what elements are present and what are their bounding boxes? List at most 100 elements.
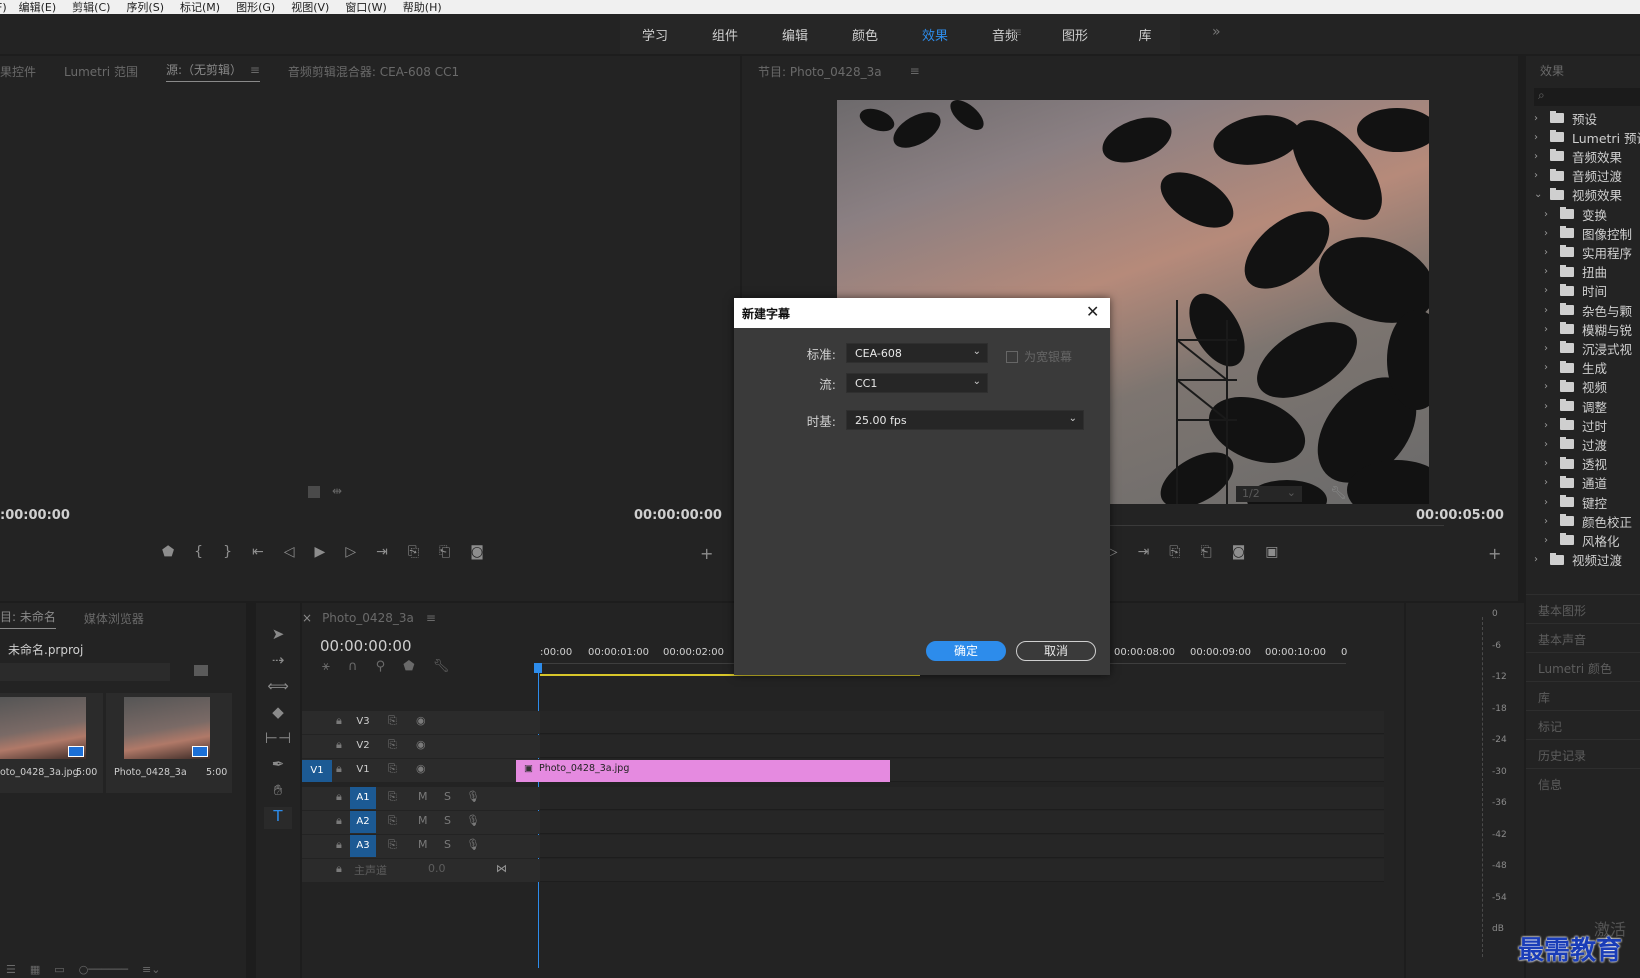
go-to-in-icon[interactable]: ⇤: [252, 544, 264, 560]
effects-tree-item[interactable]: › 透视: [1544, 454, 1607, 474]
microphone-icon[interactable]: 🎙︎: [466, 814, 480, 827]
go-to-out-icon[interactable]: ⇥: [1138, 544, 1150, 560]
timebase-select[interactable]: 25.00 fps ⌄: [846, 410, 1084, 430]
effects-tree-item[interactable]: › 实用程序: [1544, 242, 1632, 262]
sync-lock-icon[interactable]: ⎘: [388, 790, 397, 804]
razor-tool-icon[interactable]: ◆: [264, 703, 292, 725]
workspace-tab[interactable]: 库: [1110, 25, 1180, 44]
timeline-timecode[interactable]: 00:00:00:00: [320, 637, 412, 655]
effects-tree-item[interactable]: › 视频过渡: [1534, 550, 1622, 570]
effects-tree-item[interactable]: › 变换: [1544, 204, 1607, 224]
icon-view-icon[interactable]: ▦: [30, 963, 40, 976]
collapsed-panel-tab[interactable]: 信息: [1526, 768, 1640, 798]
chevron-right-icon[interactable]: ›: [1534, 554, 1546, 565]
chevron-right-icon[interactable]: ›: [1544, 228, 1556, 239]
workspace-tab[interactable]: 颜色: [830, 25, 900, 44]
effects-tree-item[interactable]: › 杂色与颗: [1544, 300, 1632, 320]
effects-tree-item[interactable]: › 视频: [1544, 377, 1607, 397]
track-lane[interactable]: [540, 835, 1384, 858]
eye-icon[interactable]: ◉: [416, 762, 426, 775]
cancel-button[interactable]: 取消: [1016, 641, 1096, 661]
chevron-right-icon[interactable]: ›: [1544, 209, 1556, 220]
effects-tree-item[interactable]: › 图像控制: [1544, 223, 1632, 243]
fit-icon[interactable]: ⇹: [332, 484, 342, 498]
stream-select[interactable]: CC1 ⌄: [846, 373, 988, 393]
effects-tree-item[interactable]: ⌄ 视频效果: [1534, 185, 1622, 205]
collapsed-panel-tab[interactable]: 库: [1526, 681, 1640, 711]
lock-icon[interactable]: 🔒︎: [336, 862, 342, 876]
effects-tree-item[interactable]: › 沉浸式视: [1544, 338, 1632, 358]
microphone-icon[interactable]: 🎙︎: [466, 838, 480, 851]
freeform-view-icon[interactable]: ▭: [54, 963, 64, 976]
source-panel-tab[interactable]: 果控件: [0, 63, 36, 80]
source-timecode-right[interactable]: 00:00:00:00: [634, 508, 722, 523]
chevron-right-icon[interactable]: ›: [1544, 516, 1556, 527]
nest-icon[interactable]: ⚹: [322, 659, 330, 674]
chevron-right-icon[interactable]: ›: [1544, 477, 1556, 488]
chevron-right-icon[interactable]: ›: [1544, 247, 1556, 258]
standard-select[interactable]: CEA-608 ⌄: [846, 343, 988, 363]
effects-tree-item[interactable]: › 键控: [1544, 492, 1607, 512]
menu-item[interactable]: 序列(S): [126, 0, 164, 14]
track-lane[interactable]: [540, 711, 1384, 734]
sync-lock-icon[interactable]: ⎘: [388, 714, 397, 728]
collapsed-panel-tab[interactable]: Lumetri 颜色: [1526, 652, 1640, 682]
pen-tool-icon[interactable]: ✒: [264, 755, 292, 777]
track-target-label[interactable]: V3: [350, 711, 376, 733]
sequence-tab[interactable]: Photo_0428_3a: [322, 611, 414, 625]
effects-tree-item[interactable]: › 颜色校正: [1544, 511, 1632, 531]
menu-item[interactable]: 编辑(E): [19, 0, 57, 14]
program-ruler[interactable]: [1064, 516, 1444, 526]
collapsed-panel-tab[interactable]: 历史记录: [1526, 739, 1640, 769]
sort-icon[interactable]: ≡⌄: [142, 963, 160, 976]
collapsed-panel-tab[interactable]: 基本声音: [1526, 623, 1640, 653]
mark-out-icon[interactable]: }: [223, 544, 232, 560]
workspace-tab[interactable]: 编辑: [760, 25, 830, 44]
step-forward-icon[interactable]: ▷: [345, 544, 356, 560]
track-target-label[interactable]: A2: [350, 811, 376, 833]
mark-in-icon[interactable]: {: [194, 544, 203, 560]
menu-item[interactable]: 窗口(W): [345, 0, 386, 14]
sync-lock-icon[interactable]: ⎘: [388, 762, 397, 776]
chevron-right-icon[interactable]: ›: [1544, 381, 1556, 392]
menu-item[interactable]: 剪辑(C): [72, 0, 110, 14]
effects-tree-item[interactable]: › 调整: [1544, 396, 1607, 416]
collapsed-panel-tab[interactable]: 基本图形: [1526, 594, 1640, 624]
export-frame-icon[interactable]: ◙: [1232, 544, 1246, 560]
overwrite-icon[interactable]: ⎗: [439, 544, 450, 560]
project-item[interactable]: Photo_0428_3a 5:00: [106, 693, 232, 793]
clip-settings-icon[interactable]: [308, 486, 320, 498]
workspace-tab[interactable]: 效果 ≡: [900, 25, 1022, 44]
track-target-label[interactable]: A1: [350, 787, 376, 809]
track-lane[interactable]: [540, 811, 1384, 834]
mute-button[interactable]: M: [418, 838, 428, 851]
selection-tool-icon[interactable]: ➤: [264, 625, 292, 647]
lock-icon[interactable]: 🔒︎: [336, 714, 342, 728]
collapsed-panel-tab[interactable]: 标记: [1526, 710, 1640, 740]
new-bin-icon[interactable]: [194, 665, 208, 676]
menu-item[interactable]: 标记(M): [180, 0, 220, 14]
chevron-right-icon[interactable]: ›: [1544, 305, 1556, 316]
effects-tree-item[interactable]: › 扭曲: [1544, 262, 1607, 282]
zoom-select[interactable]: 1/2 ⌄: [1236, 486, 1302, 502]
track-target-label[interactable]: V2: [350, 735, 376, 757]
chevron-right-icon[interactable]: ›: [1534, 151, 1546, 162]
panel-menu-icon[interactable]: ≡: [246, 63, 260, 77]
effects-tree-item[interactable]: › 音频过渡: [1534, 166, 1622, 186]
effects-tree-item[interactable]: › 预设: [1534, 108, 1597, 128]
menu-item[interactable]: F): [0, 1, 7, 14]
slip-tool-icon[interactable]: ⊢⊣: [264, 729, 292, 751]
ripple-edit-tool-icon[interactable]: ⟺: [264, 677, 292, 699]
sync-lock-icon[interactable]: ⎘: [388, 814, 397, 828]
go-to-out-icon[interactable]: ⇥: [376, 544, 388, 560]
effects-search-input[interactable]: ⌕: [1534, 88, 1640, 106]
effects-tree-item[interactable]: › 通道: [1544, 473, 1607, 493]
source-panel-tab[interactable]: 源:（无剪辑） ≡: [165, 61, 260, 82]
export-frame-icon[interactable]: ◙: [470, 544, 484, 560]
eye-icon[interactable]: ◉: [416, 714, 426, 727]
effects-tree-item[interactable]: › 音频效果: [1534, 146, 1622, 166]
sync-lock-icon[interactable]: ⎘: [388, 838, 397, 852]
chevron-down-icon[interactable]: ⌄: [1534, 189, 1546, 200]
step-back-icon[interactable]: ◁: [284, 544, 295, 560]
add-button-icon[interactable]: +: [700, 544, 713, 563]
